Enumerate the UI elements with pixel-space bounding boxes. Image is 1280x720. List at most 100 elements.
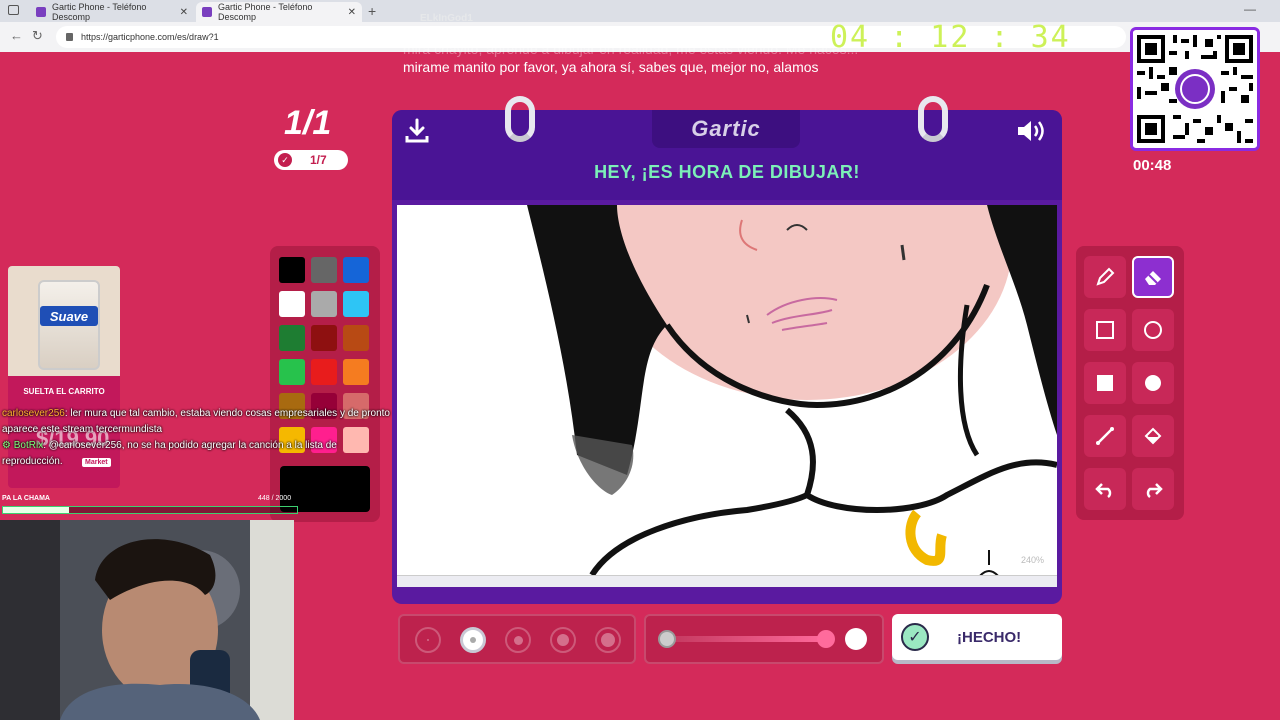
binder-ring-icon xyxy=(918,96,948,142)
countdown-time: 00:48 xyxy=(1133,157,1172,174)
chat-message: carlosever256: ler mura que tal cambio, … xyxy=(2,406,392,438)
browser-tab-2[interactable]: Gartic Phone - Teléfono Descomp ✕ xyxy=(196,2,362,22)
goal-label: PA LA CHAMA xyxy=(2,495,50,502)
ad-image: Suave xyxy=(8,266,120,376)
pencil-icon xyxy=(1096,267,1115,286)
goal-progress-bar xyxy=(2,506,298,514)
minimize-icon[interactable]: — xyxy=(1244,2,1256,16)
color-swatch[interactable] xyxy=(279,359,305,385)
fill-bucket-tool-button[interactable] xyxy=(1132,415,1174,457)
eraser-tool-button[interactable] xyxy=(1132,256,1174,298)
qr-icon xyxy=(1133,31,1257,147)
opacity-min-icon xyxy=(658,630,676,648)
chat-text: : @carlosever256, no se ha podido agrega… xyxy=(2,440,337,467)
gartic-logo: Gartic xyxy=(652,110,800,148)
players-done-count: 1/7 xyxy=(310,153,327,167)
zoom-level: 240% xyxy=(1021,555,1045,565)
color-swatch[interactable] xyxy=(311,257,337,283)
brush-size-option[interactable] xyxy=(460,627,486,653)
opacity-max-icon xyxy=(845,628,867,650)
draw-prompt-heading: HEY, ¡ES HORA DE DIBUJAR! xyxy=(594,162,860,182)
browser-tab-bar: Gartic Phone - Teléfono Descomp ✕ Gartic… xyxy=(0,0,1280,22)
drawing-artwork xyxy=(527,205,1057,575)
brush-size-dot xyxy=(513,635,523,645)
filled-rectangle-tool-button[interactable] xyxy=(1084,362,1126,404)
color-swatch[interactable] xyxy=(311,291,337,317)
canvas-footer xyxy=(397,575,1057,587)
players-done-badge: ✓ 1/7 xyxy=(274,150,348,170)
ellipse-icon xyxy=(1144,321,1162,339)
brush-size-option[interactable] xyxy=(505,627,531,653)
color-swatch[interactable] xyxy=(279,325,305,351)
brush-size-option[interactable] xyxy=(415,627,441,653)
color-swatch[interactable] xyxy=(343,325,369,351)
close-tab-icon[interactable]: ✕ xyxy=(348,7,356,18)
color-swatch[interactable] xyxy=(311,325,337,351)
brush-size-option[interactable] xyxy=(595,627,621,653)
redo-icon xyxy=(1146,483,1163,498)
rectangle-icon xyxy=(1096,321,1114,339)
window-menu-icon[interactable] xyxy=(8,5,19,15)
check-icon: ✓ xyxy=(278,153,292,167)
close-tab-icon[interactable]: ✕ xyxy=(180,7,188,18)
opacity-slider-handle[interactable] xyxy=(817,630,835,648)
tab-title: Gartic Phone - Teléfono Descomp xyxy=(218,2,313,22)
color-swatch[interactable] xyxy=(343,359,369,385)
line-tool-button[interactable] xyxy=(1084,415,1126,457)
pencil-tool-button[interactable] xyxy=(1084,256,1126,298)
url-text: https://garticphone.com/es/draw?1 xyxy=(81,32,219,42)
webcam-feed xyxy=(0,520,294,720)
chat-username: carlosever256 xyxy=(2,408,65,419)
volume-icon[interactable] xyxy=(1016,118,1050,144)
brush-size-dot xyxy=(427,639,429,641)
undo-tool-button[interactable] xyxy=(1084,468,1126,510)
eraser-icon xyxy=(1145,271,1161,285)
ellipse-tool-button[interactable] xyxy=(1132,309,1174,351)
color-swatch[interactable] xyxy=(343,257,369,283)
line-icon xyxy=(1096,427,1114,445)
ad-brand: Suave xyxy=(40,306,98,326)
done-button[interactable]: ✓ ¡HECHO! xyxy=(892,614,1062,660)
yape-qr-code xyxy=(1130,27,1260,151)
gartic-favicon-icon xyxy=(36,7,46,17)
brush-size-dot xyxy=(601,633,615,647)
chat-username: BotRix xyxy=(13,440,44,451)
brush-size-option[interactable] xyxy=(550,627,576,653)
brush-size-dot xyxy=(470,637,476,643)
fill-bucket-icon xyxy=(1144,427,1162,445)
brush-size-dot xyxy=(557,634,569,646)
reload-icon[interactable]: ↻ xyxy=(32,28,43,44)
rectangle-tool-button[interactable] xyxy=(1084,309,1126,351)
live-subtitle: mira chayito, aprende a dibujar en reali… xyxy=(403,40,1123,76)
gartic-favicon-icon xyxy=(202,7,212,17)
color-swatch[interactable] xyxy=(343,291,369,317)
redo-tool-button[interactable] xyxy=(1132,468,1174,510)
bot-badge-icon: ⚙ xyxy=(2,440,14,451)
lock-icon xyxy=(66,33,73,41)
filled-ellipse-icon xyxy=(1145,375,1161,391)
subtitle-line: mira chayito, aprende a dibujar en reali… xyxy=(403,41,859,57)
color-swatch[interactable] xyxy=(279,257,305,283)
ad-title: SUELTA EL CARRITO xyxy=(23,387,105,396)
opacity-track[interactable] xyxy=(668,636,828,642)
new-tab-icon[interactable]: + xyxy=(368,3,376,19)
undo-icon xyxy=(1095,483,1112,498)
drawing-canvas[interactable] xyxy=(397,205,1057,575)
goal-count: 448 / 2000 xyxy=(258,495,292,502)
tab-title: Gartic Phone - Teléfono Descomp xyxy=(52,2,147,22)
color-swatch[interactable] xyxy=(311,359,337,385)
round-counter: 1/1 xyxy=(284,104,332,142)
download-icon[interactable] xyxy=(404,118,430,144)
streamer-name: ELkInGod1 xyxy=(420,13,473,24)
webcam-image xyxy=(0,520,294,720)
back-icon[interactable]: ← xyxy=(10,28,23,43)
browser-tab-1[interactable]: Gartic Phone - Teléfono Descomp ✕ xyxy=(30,2,194,22)
binder-ring-icon xyxy=(505,96,535,142)
filled-rectangle-icon xyxy=(1097,375,1113,391)
goal-progress-fill xyxy=(3,507,69,513)
color-swatch[interactable] xyxy=(279,291,305,317)
subtitle-line: mirame manito por favor, ya ahora sí, sa… xyxy=(403,59,819,75)
chat-overlay: carlosever256: ler mura que tal cambio, … xyxy=(2,406,392,470)
filled-ellipse-tool-button[interactable] xyxy=(1132,362,1174,404)
checkmark-icon: ✓ xyxy=(901,623,929,651)
